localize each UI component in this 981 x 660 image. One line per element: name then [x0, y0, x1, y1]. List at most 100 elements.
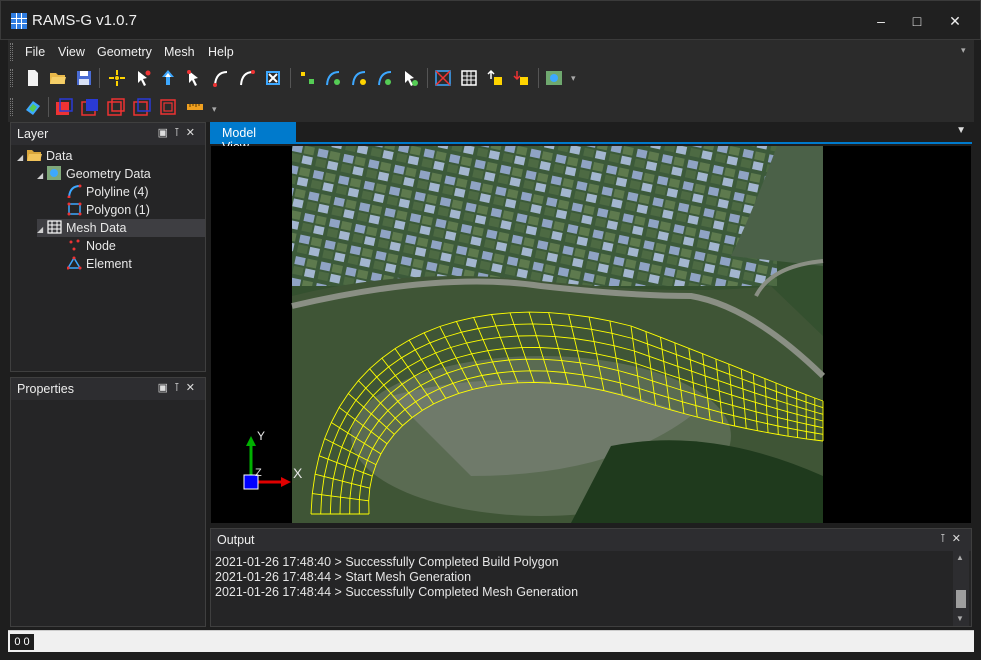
move-point-icon[interactable]	[134, 69, 152, 87]
polyline-add-icon[interactable]	[212, 69, 230, 87]
cube-side-icon[interactable]	[107, 98, 125, 116]
toolbar-separator	[48, 97, 49, 117]
node-icon	[69, 239, 80, 251]
expand-icon[interactable]: ◢	[37, 221, 47, 239]
model-viewport[interactable]: Y Z X	[211, 146, 971, 523]
toolbar-separator	[427, 68, 428, 88]
cube-view-icon[interactable]	[55, 98, 73, 116]
pin-icon[interactable]: ⊺	[174, 382, 186, 394]
polyline-delete-icon[interactable]	[264, 69, 282, 87]
menu-geometry[interactable]: Geometry	[97, 45, 152, 59]
toolbar-overflow-icon[interactable]: ▾	[212, 104, 217, 115]
panel-controls: ▣⊺✕	[158, 381, 201, 394]
tree-item-element[interactable]: Element	[67, 255, 203, 273]
cube-iso-icon[interactable]	[159, 98, 177, 116]
status-bar: 0 0	[8, 630, 974, 652]
float-icon[interactable]: ▣	[158, 127, 174, 139]
select-point-icon[interactable]	[159, 69, 177, 87]
tree-item-mesh-data[interactable]: ◢ Mesh Data	[37, 219, 205, 237]
close-icon[interactable]: ✕	[942, 9, 968, 33]
maximize-icon[interactable]: □	[904, 9, 930, 33]
new-file-icon[interactable]	[24, 69, 42, 87]
panel-controls: ▣⊺✕	[158, 126, 201, 139]
toolbar-overflow-icon[interactable]: ▾	[571, 73, 576, 84]
log-line: 2021-01-26 17:48:44 > Successfully Compl…	[215, 585, 579, 599]
scroll-up-icon[interactable]: ▲	[956, 553, 964, 562]
tab-dropdown-icon[interactable]: ▼	[956, 125, 966, 136]
polyline-edit-icon[interactable]	[238, 69, 256, 87]
element-icon	[67, 256, 82, 270]
menu-overflow-icon[interactable]: ▾	[961, 45, 966, 56]
node-add-icon[interactable]	[299, 69, 317, 87]
pin-icon[interactable]: ⊺	[940, 533, 952, 545]
layer-icon[interactable]	[24, 98, 42, 116]
output-scrollbar[interactable]: ▲ ▼	[953, 551, 969, 626]
document-tab-strip: Model View ▼	[210, 122, 972, 154]
layer-panel-header: Layer ▣⊺✕	[11, 123, 205, 145]
scroll-down-icon[interactable]: ▼	[956, 614, 964, 623]
close-icon[interactable]: ✕	[186, 127, 201, 139]
toolbar-grip	[10, 69, 13, 87]
toolbar-grip	[10, 98, 13, 116]
axis-y-label: Y	[257, 429, 265, 443]
properties-panel-header: Properties ▣⊺✕	[11, 378, 205, 400]
folder-open-icon	[27, 150, 42, 161]
expand-icon[interactable]: ◢	[17, 149, 27, 167]
menu-grip	[10, 43, 13, 61]
polyline-icon	[67, 184, 82, 198]
tab-model-view[interactable]: Model View	[210, 122, 296, 154]
map-canvas[interactable]: Y Z X	[211, 146, 971, 523]
panel-controls: ⊺✕	[940, 532, 967, 545]
tree-item-polygon[interactable]: Polygon (1)	[67, 201, 203, 219]
scroll-thumb[interactable]	[956, 590, 966, 608]
save-icon[interactable]	[75, 69, 93, 87]
status-coordinates: 0 0	[10, 634, 34, 650]
expand-icon[interactable]: ◢	[37, 167, 47, 185]
title-bar: RAMS-G v1.0.7 – □ ✕	[0, 0, 981, 40]
polygon-icon	[67, 202, 82, 216]
cube-top-icon[interactable]	[133, 98, 151, 116]
menu-help[interactable]: Help	[208, 45, 234, 59]
close-icon[interactable]: ✕	[186, 382, 201, 394]
add-point-icon[interactable]	[108, 69, 126, 87]
map-icon	[47, 166, 61, 180]
output-panel: Output ⊺✕ 2021-01-26 17:48:40 > Successf…	[210, 528, 972, 627]
output-panel-title: Output	[217, 533, 255, 547]
node-delete-icon[interactable]	[401, 69, 419, 87]
menu-view[interactable]: View	[58, 45, 85, 59]
node-move-icon[interactable]	[376, 69, 394, 87]
mesh-build-icon[interactable]	[434, 69, 452, 87]
pin-icon[interactable]: ⊺	[174, 127, 186, 139]
ruler-icon[interactable]	[186, 98, 204, 116]
tree-item-geometry-data[interactable]: ◢ Geometry Data	[37, 165, 203, 183]
grid-icon[interactable]	[460, 69, 478, 87]
output-panel-header: Output ⊺✕	[211, 529, 971, 551]
cube-front-icon[interactable]	[81, 98, 99, 116]
tree-item-data[interactable]: ◢ Data	[17, 147, 203, 165]
open-folder-icon[interactable]	[49, 69, 67, 87]
axis-x-label: X	[293, 465, 303, 481]
menu-mesh[interactable]: Mesh	[164, 45, 195, 59]
node-link-icon[interactable]	[324, 69, 342, 87]
menu-file[interactable]: File	[25, 45, 45, 59]
mesh-import-icon[interactable]	[512, 69, 530, 87]
output-log[interactable]: 2021-01-26 17:48:40 > Successfully Compl…	[211, 551, 951, 626]
tree-item-polyline[interactable]: Polyline (4)	[67, 183, 203, 201]
close-icon[interactable]: ✕	[952, 533, 967, 545]
log-line: 2021-01-26 17:48:44 > Start Mesh Generat…	[215, 570, 472, 584]
main-toolbar: ▾	[8, 64, 974, 92]
mesh-export-icon[interactable]	[486, 69, 504, 87]
tree-item-node[interactable]: Node	[67, 237, 203, 255]
axis-z-label: Z	[255, 467, 262, 479]
float-icon[interactable]: ▣	[158, 382, 174, 394]
background-map-icon[interactable]	[545, 69, 563, 87]
edit-point-icon[interactable]	[185, 69, 203, 87]
properties-panel: Properties ▣⊺✕	[10, 377, 206, 627]
toolbar-separator	[99, 68, 100, 88]
log-line: 2021-01-26 17:48:40 > Successfully Compl…	[215, 555, 559, 569]
minimize-icon[interactable]: –	[868, 9, 894, 33]
mesh-icon	[47, 220, 62, 234]
view-toolbar: ▾	[8, 92, 974, 122]
node-edit-icon[interactable]	[350, 69, 368, 87]
layer-panel-title: Layer	[17, 127, 49, 141]
